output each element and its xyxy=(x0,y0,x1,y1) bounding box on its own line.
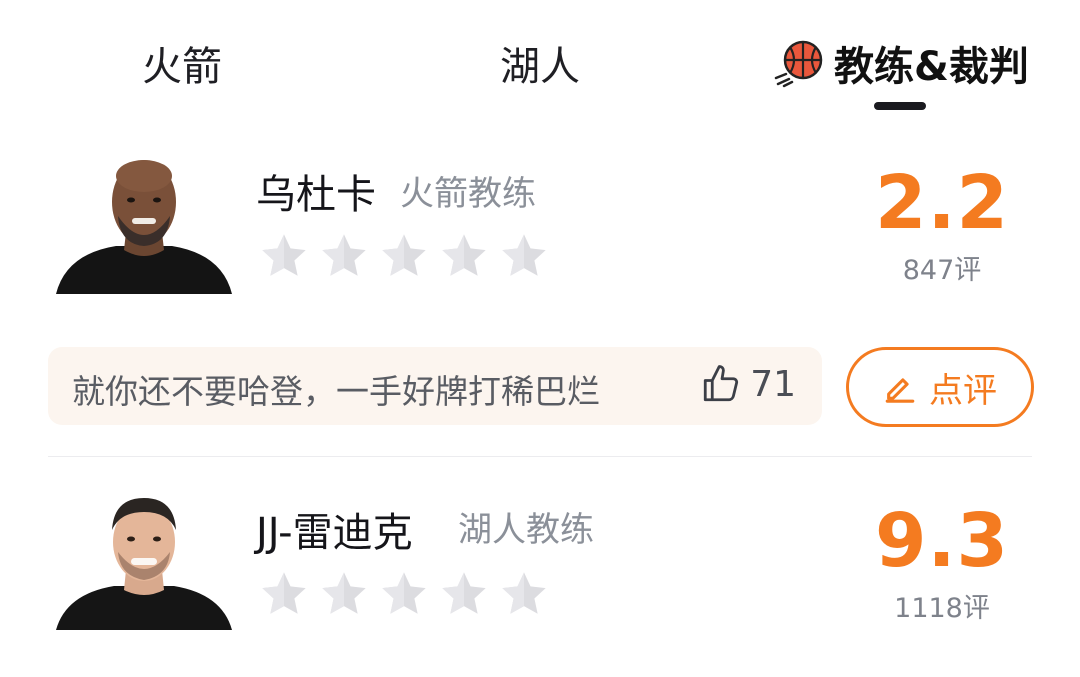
coach-score: 2.2 xyxy=(874,160,1010,246)
coach-avatar-hair xyxy=(56,498,232,630)
tab-coaches-referees[interactable]: 教练&裁判 xyxy=(774,36,1029,90)
rating-count: 847评 xyxy=(902,255,982,286)
star-icon[interactable] xyxy=(498,568,550,620)
coach-name: 乌杜卡 xyxy=(256,172,376,218)
like-button[interactable]: 71 xyxy=(700,363,796,405)
like-count: 71 xyxy=(750,363,796,405)
tab-rockets[interactable]: 火箭 xyxy=(142,36,222,90)
review-button[interactable]: 点评 xyxy=(846,347,1034,427)
divider xyxy=(48,456,1032,457)
star-rating[interactable] xyxy=(258,230,550,282)
top-comment[interactable]: 就你还不要哈登，一手好牌打稀巴烂 71 xyxy=(48,347,822,425)
thumbs-up-icon xyxy=(704,365,739,402)
coach-row-rockets[interactable]: 乌杜卡 火箭教练 2.2 847评 xyxy=(0,140,1080,320)
star-icon[interactable] xyxy=(378,230,430,282)
star-icon[interactable] xyxy=(318,230,370,282)
coach-score: 9.3 xyxy=(874,498,1010,584)
tab-coaches-label: 教练&裁判 xyxy=(834,44,1029,90)
coach-row-lakers[interactable]: JJ-雷迪克 湖人教练 9.3 1118评 xyxy=(0,478,1080,668)
star-icon[interactable] xyxy=(438,568,490,620)
star-icon[interactable] xyxy=(258,568,310,620)
coach-avatar-bald xyxy=(56,160,232,294)
team-tab-bar: 火箭 湖人 教练&裁判 xyxy=(0,0,1080,120)
coach-team-label: 火箭教练 xyxy=(400,174,536,214)
pencil-icon xyxy=(885,378,915,403)
star-icon[interactable] xyxy=(378,568,430,620)
tab-rockets-label: 火箭 xyxy=(142,44,222,90)
rating-count: 1118评 xyxy=(894,593,990,624)
coach-team-label: 湖人教练 xyxy=(458,510,594,550)
active-tab-indicator xyxy=(874,102,926,110)
basketball-icon xyxy=(774,40,823,88)
tab-lakers[interactable]: 湖人 xyxy=(500,36,580,90)
comment-text: 就你还不要哈登，一手好牌打稀巴烂 xyxy=(72,372,600,411)
star-rating[interactable] xyxy=(258,568,550,620)
star-icon[interactable] xyxy=(498,230,550,282)
star-icon[interactable] xyxy=(318,568,370,620)
star-icon[interactable] xyxy=(258,230,310,282)
review-button-label: 点评 xyxy=(929,370,997,411)
star-icon[interactable] xyxy=(438,230,490,282)
coach-name: JJ-雷迪克 xyxy=(256,510,413,556)
tab-lakers-label: 湖人 xyxy=(500,44,580,90)
